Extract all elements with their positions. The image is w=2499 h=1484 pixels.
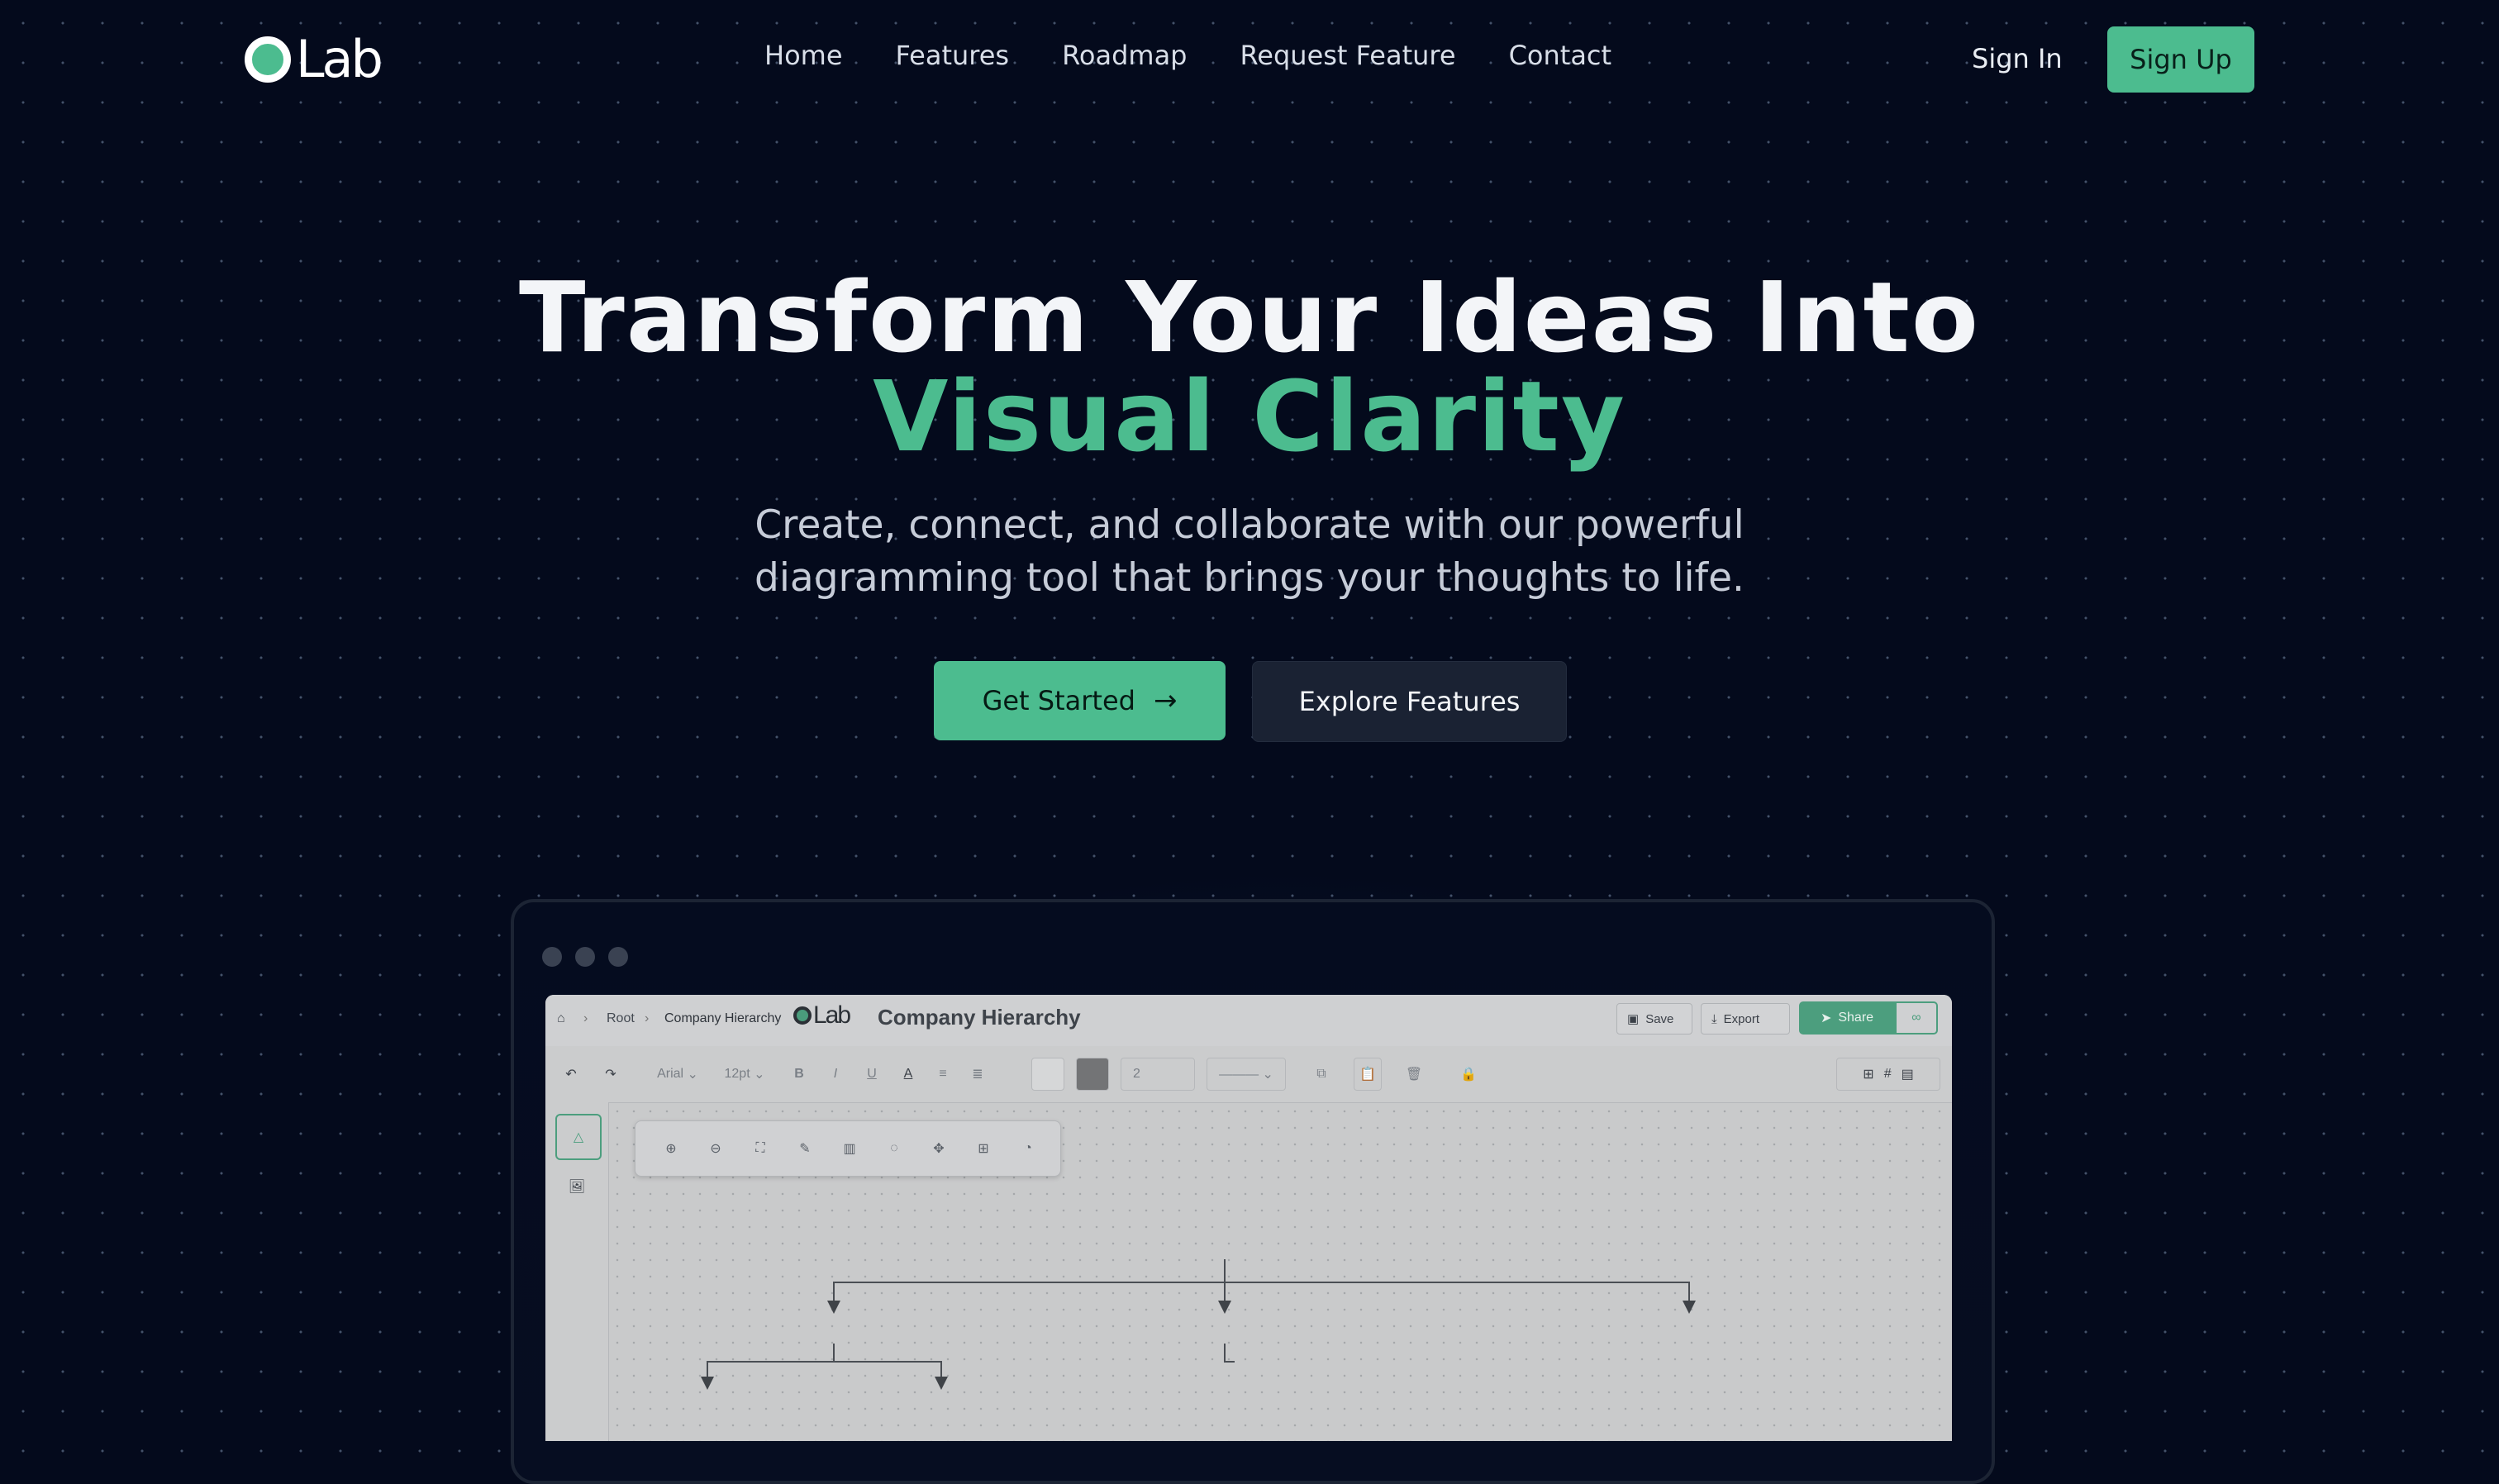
table-view-icon[interactable]: ⊞ (1863, 1066, 1873, 1082)
app-logo: Lab (793, 1001, 851, 1029)
save-button[interactable]: ▣ Save (1616, 1003, 1692, 1035)
app-header: ⌂ › Root › Company Hierarchy Lab Company… (545, 995, 1952, 1047)
zoom-out-icon[interactable]: ⊖ (693, 1132, 738, 1165)
palette-icon[interactable]: ◔ (1006, 1132, 1050, 1165)
app-screenshot: ⌂ › Root › Company Hierarchy Lab Company… (545, 995, 1952, 1441)
shapes-icon[interactable]: △ (555, 1114, 602, 1160)
align-icon[interactable]: ≡ (931, 1058, 955, 1091)
logo-mark-icon (245, 36, 291, 83)
canvas-tools: ⊕ ⊖ ⛶ ✎ ▥ ◌ ✥ ⊞ ◔ (635, 1120, 1061, 1177)
breadcrumb-chevron-icon: › (583, 1011, 588, 1025)
undo-icon[interactable]: ↶ (557, 1058, 585, 1091)
lock-icon[interactable]: 🔒 (1456, 1058, 1481, 1091)
hero-title-line1: Transform Your Ideas Into (519, 260, 1980, 374)
send-icon: ➤ (1820, 1011, 1832, 1025)
arrow-right-icon: → (1153, 684, 1178, 717)
main-nav: Home Features Roadmap Request Feature Co… (764, 40, 1611, 71)
ruler-icon[interactable]: ✎ (783, 1132, 827, 1165)
italic-icon[interactable]: I (823, 1058, 848, 1091)
line-style-select[interactable]: ——— ⌄ (1207, 1058, 1286, 1091)
logo[interactable]: Lab (245, 29, 383, 89)
sign-up-button[interactable]: Sign Up (2107, 26, 2254, 93)
fill-color-swatch[interactable] (1031, 1058, 1064, 1091)
copy-icon[interactable]: ⧉ (1309, 1058, 1334, 1091)
sign-in-link[interactable]: Sign In (1972, 43, 2063, 74)
delete-icon[interactable]: 🗑 (1402, 1058, 1426, 1091)
save-icon: ▣ (1627, 1012, 1640, 1026)
breadcrumb-chevron-icon: › (645, 1011, 650, 1025)
window-dot-3 (608, 947, 628, 967)
grid-icon[interactable]: # (1884, 1067, 1892, 1082)
export-label: Export (1723, 1011, 1759, 1026)
copy-link-button[interactable]: ∞ (1895, 1001, 1938, 1035)
font-size-value: 12pt (724, 1067, 750, 1081)
nav-link-roadmap[interactable]: Roadmap (1062, 40, 1187, 71)
move-icon[interactable]: ✥ (916, 1132, 961, 1165)
window-dot-2 (575, 947, 595, 967)
nav-link-request-feature[interactable]: Request Feature (1240, 40, 1455, 71)
paste-icon[interactable]: 📋 (1354, 1058, 1382, 1091)
grid-icon[interactable]: ⊞ (961, 1132, 1006, 1165)
explore-features-button[interactable]: Explore Features (1252, 661, 1567, 742)
font-family-value: Arial (657, 1067, 684, 1081)
download-icon: ⤓ (1711, 1011, 1717, 1026)
logo-mark-icon (793, 1006, 812, 1025)
left-sidebar: △ 🖼 (545, 1102, 609, 1441)
export-button[interactable]: ⤓ Export (1701, 1003, 1790, 1035)
stroke-width-value: 2 (1133, 1067, 1140, 1081)
get-started-label: Get Started (982, 685, 1135, 716)
font-size-select[interactable]: 12pt ⌄ (716, 1058, 774, 1091)
format-toolbar: ↶ ↷ Arial ⌄ 12pt ⌄ B I U A ≡ ≣ 2 ——— ⌄ ⧉… (545, 1046, 1952, 1103)
app-logo-text: Lab (813, 1001, 851, 1029)
stroke-color-swatch[interactable] (1076, 1058, 1109, 1091)
link-icon: ∞ (1911, 1011, 1921, 1025)
window-dot-1 (542, 947, 562, 967)
bold-icon[interactable]: B (787, 1058, 812, 1091)
get-started-button[interactable]: Get Started → (934, 661, 1226, 740)
share-label: Share (1838, 1011, 1874, 1025)
focus-icon[interactable]: ◌ (872, 1132, 916, 1165)
zoom-in-icon[interactable]: ⊕ (649, 1132, 693, 1165)
panel-icon[interactable]: ▤ (1902, 1066, 1914, 1082)
map-icon[interactable]: ▥ (827, 1132, 872, 1165)
text-color-icon[interactable]: A (896, 1058, 921, 1091)
home-icon[interactable]: ⌂ (557, 1011, 565, 1026)
breadcrumb-root[interactable]: Root (607, 1011, 635, 1026)
font-family-select[interactable]: Arial ⌄ (651, 1058, 704, 1091)
nav-link-home[interactable]: Home (764, 40, 843, 71)
hero-title-line2: Visual Clarity (873, 359, 1626, 473)
breadcrumb-current[interactable]: Company Hierarchy (664, 1011, 781, 1026)
hero-subtitle: Create, connect, and collaborate with ou… (754, 502, 1745, 601)
underline-icon[interactable]: U (859, 1058, 884, 1091)
nav-link-contact[interactable]: Contact (1509, 40, 1612, 71)
image-icon[interactable]: 🖼 (555, 1165, 598, 1208)
fit-screen-icon[interactable]: ⛶ (738, 1132, 783, 1165)
stroke-width-input[interactable]: 2 (1121, 1058, 1195, 1091)
redo-icon[interactable]: ↷ (597, 1058, 625, 1091)
save-label: Save (1645, 1011, 1674, 1026)
view-toggle-group: ⊞ # ▤ (1836, 1058, 1940, 1091)
share-button[interactable]: ➤ Share (1799, 1001, 1895, 1035)
text-wrap-icon[interactable]: ≣ (965, 1058, 990, 1091)
document-title[interactable]: Company Hierarchy (878, 1005, 1081, 1030)
logo-text: Lab (296, 29, 383, 89)
nav-link-features[interactable]: Features (896, 40, 1010, 71)
